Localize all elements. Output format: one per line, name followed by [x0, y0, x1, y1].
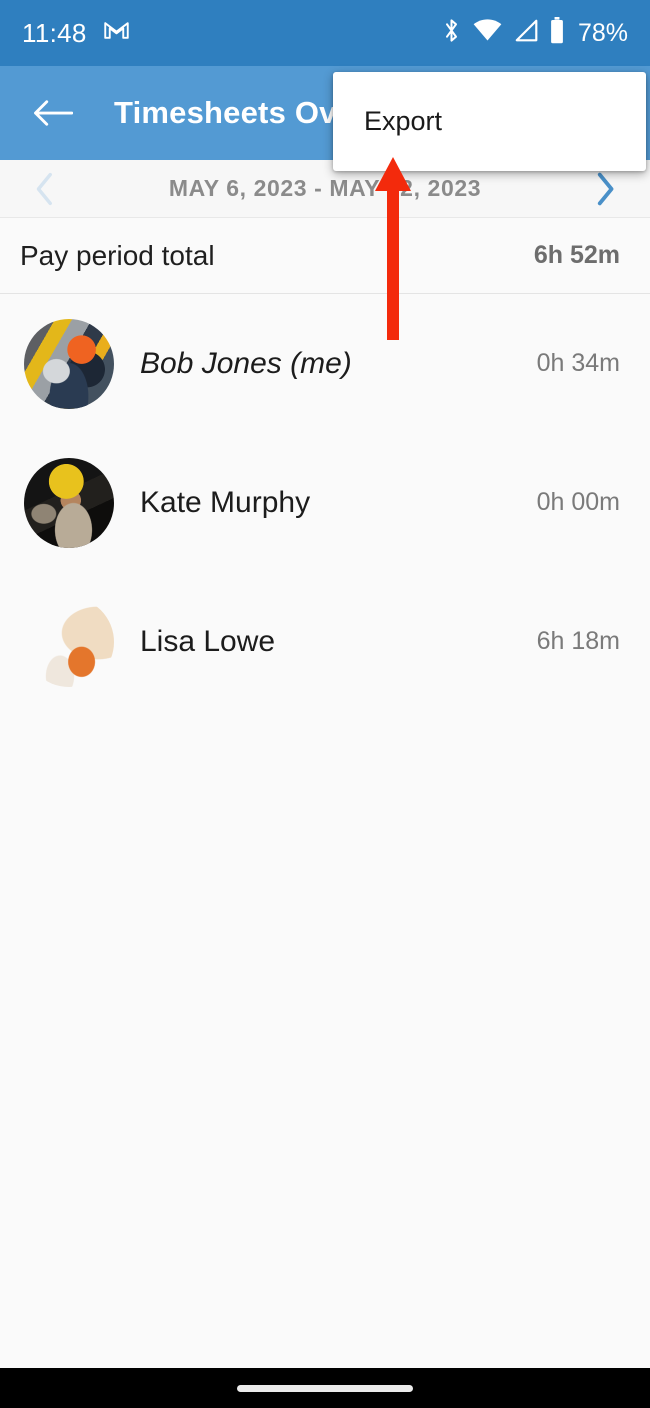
avatar	[24, 457, 114, 548]
member-name: Kate Murphy	[140, 485, 311, 519]
menu-item-export[interactable]: Export	[333, 72, 646, 171]
timesheet-member-list: Bob Jones (me) 0h 34m Kate Murphy 0h 00m…	[0, 294, 650, 711]
next-period-button[interactable]	[588, 172, 622, 206]
member-name: Lisa Lowe	[140, 624, 276, 658]
member-name: Bob Jones (me)	[140, 346, 352, 380]
home-gesture-pill[interactable]	[237, 1384, 413, 1392]
member-hours: 0h 34m	[536, 349, 620, 377]
list-item[interactable]: Kate Murphy 0h 00m	[0, 433, 650, 572]
member-hours: 6h 18m	[536, 627, 620, 655]
phone-screen: 11:48 78% Timesheets Overview Export MAY…	[0, 0, 650, 1408]
cellular-signal-icon	[513, 19, 538, 47]
battery-icon	[549, 17, 565, 49]
bluetooth-icon	[441, 17, 462, 49]
avatar	[24, 596, 114, 687]
wifi-icon	[473, 19, 502, 47]
pay-period-total-row: Pay period total 6h 52m	[0, 218, 650, 294]
status-bar-right: 78%	[441, 17, 628, 49]
date-range-label: MAY 6, 2023 - MAY 12, 2023	[168, 175, 482, 201]
list-item[interactable]: Lisa Lowe 6h 18m	[0, 572, 650, 711]
status-bar-clock: 11:48	[22, 17, 87, 48]
pay-period-total-label: Pay period total	[20, 239, 215, 271]
previous-period-button[interactable]	[28, 172, 62, 206]
status-bar: 11:48 78%	[0, 0, 650, 66]
avatar	[24, 318, 114, 409]
system-navigation-bar	[0, 1368, 650, 1408]
overflow-menu: Export	[333, 72, 646, 171]
member-hours: 0h 00m	[536, 488, 620, 516]
back-button[interactable]	[30, 90, 76, 136]
pay-period-total-value: 6h 52m	[533, 241, 620, 269]
battery-percentage: 78%	[577, 18, 628, 47]
gmail-icon	[103, 17, 130, 49]
list-item[interactable]: Bob Jones (me) 0h 34m	[0, 294, 650, 433]
status-bar-left: 11:48	[22, 17, 130, 49]
